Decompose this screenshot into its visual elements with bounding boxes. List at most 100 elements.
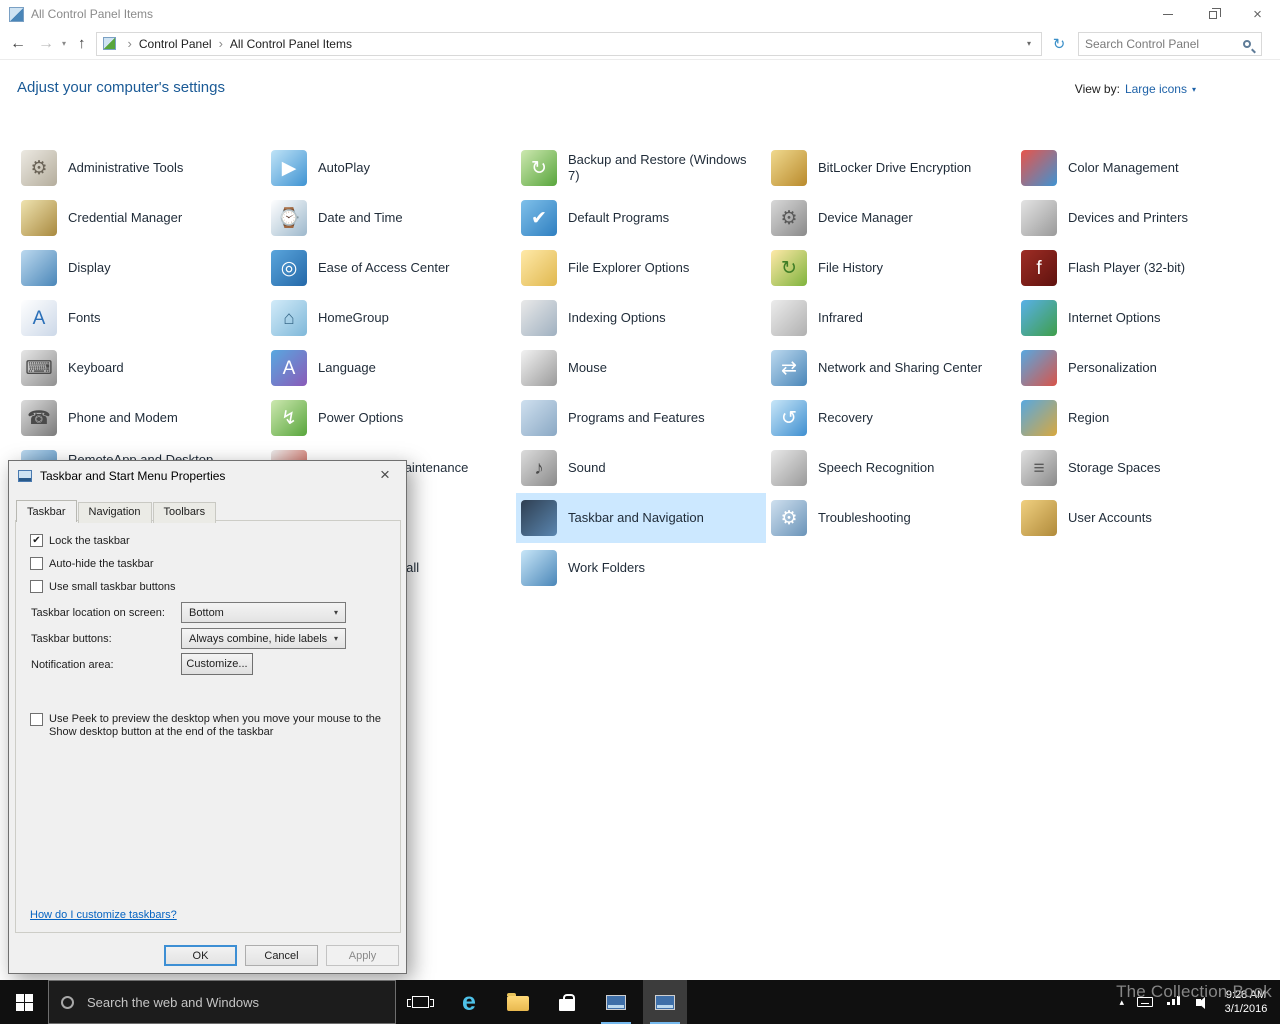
- view-by-dropdown[interactable]: Large icons: [1125, 82, 1187, 96]
- refresh-button[interactable]: ↻: [1046, 32, 1072, 56]
- cp-item-file-explorer-options[interactable]: File Explorer Options: [516, 243, 766, 293]
- cp-item-taskbar-navigation[interactable]: Taskbar and Navigation: [516, 493, 766, 543]
- cp-item-devices-printers[interactable]: Devices and Printers: [1016, 193, 1266, 243]
- task-view-button[interactable]: [398, 980, 442, 1024]
- taskbar-search-input[interactable]: [49, 994, 395, 1010]
- autohide-taskbar-checkbox[interactable]: [30, 557, 43, 570]
- recent-pages-chevron-icon[interactable]: ▾: [62, 39, 66, 48]
- close-button[interactable]: ×: [1235, 0, 1280, 28]
- breadcrumb[interactable]: › Control Panel › All Control Panel Item…: [95, 31, 1042, 56]
- taskbar-location-value: Bottom: [189, 606, 224, 619]
- forward-button[interactable]: →: [38, 35, 54, 53]
- indexing-options-icon: [521, 300, 557, 336]
- taskbar-properties-taskbar-button[interactable]: [643, 980, 687, 1024]
- touch-keyboard-icon[interactable]: [1137, 997, 1153, 1007]
- ok-button[interactable]: OK: [164, 945, 237, 966]
- taskbar-search[interactable]: [48, 980, 396, 1024]
- recovery-icon: ↺: [771, 400, 807, 436]
- taskbar-location-select[interactable]: Bottom ▾: [181, 602, 346, 623]
- start-button[interactable]: [0, 980, 48, 1024]
- taskbar-buttons-select[interactable]: Always combine, hide labels ▾: [181, 628, 346, 649]
- cp-item-user-accounts[interactable]: User Accounts: [1016, 493, 1266, 543]
- control-panel-search[interactable]: [1078, 31, 1262, 56]
- small-buttons-label: Use small taskbar buttons: [49, 580, 176, 593]
- edge-button[interactable]: e: [447, 980, 491, 1024]
- small-buttons-checkbox[interactable]: [30, 580, 43, 593]
- cp-item-homegroup[interactable]: ⌂ HomeGroup: [266, 293, 516, 343]
- cp-item-mouse[interactable]: Mouse: [516, 343, 766, 393]
- cp-item-label: Administrative Tools: [68, 160, 184, 175]
- apply-button[interactable]: Apply: [326, 945, 399, 966]
- cp-item-network-sharing[interactable]: ⇄ Network and Sharing Center: [766, 343, 1016, 393]
- network-icon[interactable]: [1167, 996, 1180, 1005]
- cp-item-language[interactable]: A Language: [266, 343, 516, 393]
- search-input[interactable]: [1085, 36, 1243, 51]
- store-button[interactable]: [545, 980, 589, 1024]
- chevron-down-icon: ▾: [333, 634, 338, 643]
- cp-item-troubleshooting[interactable]: ⚙ Troubleshooting: [766, 493, 1016, 543]
- tab-toolbars[interactable]: Toolbars: [152, 502, 217, 523]
- dialog-close-button[interactable]: ×: [374, 465, 396, 485]
- tab-taskbar[interactable]: Taskbar: [16, 500, 77, 522]
- cp-item-label: Backup and Restore (Windows 7): [568, 152, 747, 183]
- cp-item-default-programs[interactable]: ✔ Default Programs: [516, 193, 766, 243]
- cp-item-autoplay[interactable]: ▶ AutoPlay: [266, 143, 516, 193]
- breadcrumb-item-all-items[interactable]: All Control Panel Items: [230, 37, 352, 51]
- cp-item-flash-player[interactable]: f Flash Player (32-bit): [1016, 243, 1266, 293]
- cp-item-region[interactable]: Region: [1016, 393, 1266, 443]
- cp-item-indexing-options[interactable]: Indexing Options: [516, 293, 766, 343]
- cp-item-programs-features[interactable]: Programs and Features: [516, 393, 766, 443]
- chevron-down-icon[interactable]: ▾: [1192, 85, 1196, 94]
- dialog-titlebar[interactable]: Taskbar and Start Menu Properties ×: [9, 461, 406, 491]
- infrared-icon: [771, 300, 807, 336]
- back-button[interactable]: ←: [10, 35, 26, 53]
- cp-item-bitlocker[interactable]: BitLocker Drive Encryption: [766, 143, 1016, 193]
- cancel-button[interactable]: Cancel: [245, 945, 318, 966]
- cp-item-administrative-tools[interactable]: ⚙ Administrative Tools: [16, 143, 266, 193]
- address-dropdown-chevron-icon[interactable]: ▾: [1023, 39, 1035, 48]
- cp-item-power-options[interactable]: ↯ Power Options: [266, 393, 516, 443]
- cp-item-device-manager[interactable]: ⚙ Device Manager: [766, 193, 1016, 243]
- breadcrumb-item-control-panel[interactable]: Control Panel: [139, 37, 212, 51]
- lock-taskbar-checkbox[interactable]: ✔: [30, 534, 43, 547]
- hidden-icons-chevron-icon[interactable]: ▴: [1119, 997, 1124, 1008]
- cp-item-date-time[interactable]: ⌚ Date and Time: [266, 193, 516, 243]
- cp-item-display[interactable]: Display: [16, 243, 266, 293]
- volume-icon[interactable]: [1196, 996, 1205, 1009]
- cp-item-storage-spaces[interactable]: ≡ Storage Spaces: [1016, 443, 1266, 493]
- cp-item-internet-options[interactable]: Internet Options: [1016, 293, 1266, 343]
- default-programs-icon: ✔: [521, 200, 557, 236]
- file-explorer-button[interactable]: [496, 980, 540, 1024]
- cp-item-label: Recovery: [818, 410, 873, 425]
- lock-taskbar-row: ✔ Lock the taskbar: [30, 534, 130, 547]
- control-panel-taskbar-button[interactable]: [594, 980, 638, 1024]
- cp-item-speech-recognition[interactable]: Speech Recognition: [766, 443, 1016, 493]
- minimize-button[interactable]: [1145, 0, 1190, 28]
- peek-checkbox[interactable]: [30, 713, 43, 726]
- dialog-tabs: Taskbar Navigation Toolbars: [16, 500, 217, 523]
- cp-item-infrared[interactable]: Infrared: [766, 293, 1016, 343]
- power-options-icon: ↯: [271, 400, 307, 436]
- cp-item-phone-modem[interactable]: ☎ Phone and Modem: [16, 393, 266, 443]
- cp-item-work-folders[interactable]: Work Folders: [516, 543, 766, 593]
- tab-navigation[interactable]: Navigation: [77, 502, 152, 523]
- cp-item-file-history[interactable]: ↻ File History: [766, 243, 1016, 293]
- restore-button[interactable]: [1190, 0, 1235, 28]
- control-panel-app-icon: [606, 994, 626, 1010]
- taskbar-clock[interactable]: 9:28 AM 3/1/2016: [1220, 988, 1272, 1016]
- cp-item-credential-manager[interactable]: Credential Manager: [16, 193, 266, 243]
- customize-button[interactable]: Customize...: [181, 653, 253, 675]
- file-explorer-icon: [507, 993, 529, 1011]
- up-button[interactable]: ↑: [78, 35, 86, 52]
- cp-item-personalization[interactable]: Personalization: [1016, 343, 1266, 393]
- cp-item-recovery[interactable]: ↺ Recovery: [766, 393, 1016, 443]
- cp-item-backup-restore[interactable]: ↻ Backup and Restore (Windows 7): [516, 143, 766, 193]
- customize-taskbars-link[interactable]: How do I customize taskbars?: [30, 909, 177, 921]
- cp-item-color-management[interactable]: Color Management: [1016, 143, 1266, 193]
- cp-item-sound[interactable]: ♪ Sound: [516, 443, 766, 493]
- cp-item-keyboard[interactable]: ⌨ Keyboard: [16, 343, 266, 393]
- cp-item-ease-of-access[interactable]: ◎ Ease of Access Center: [266, 243, 516, 293]
- cp-item-fonts[interactable]: A Fonts: [16, 293, 266, 343]
- checkmark-icon: ✔: [32, 535, 41, 546]
- clock-time: 9:28 AM: [1225, 989, 1267, 1001]
